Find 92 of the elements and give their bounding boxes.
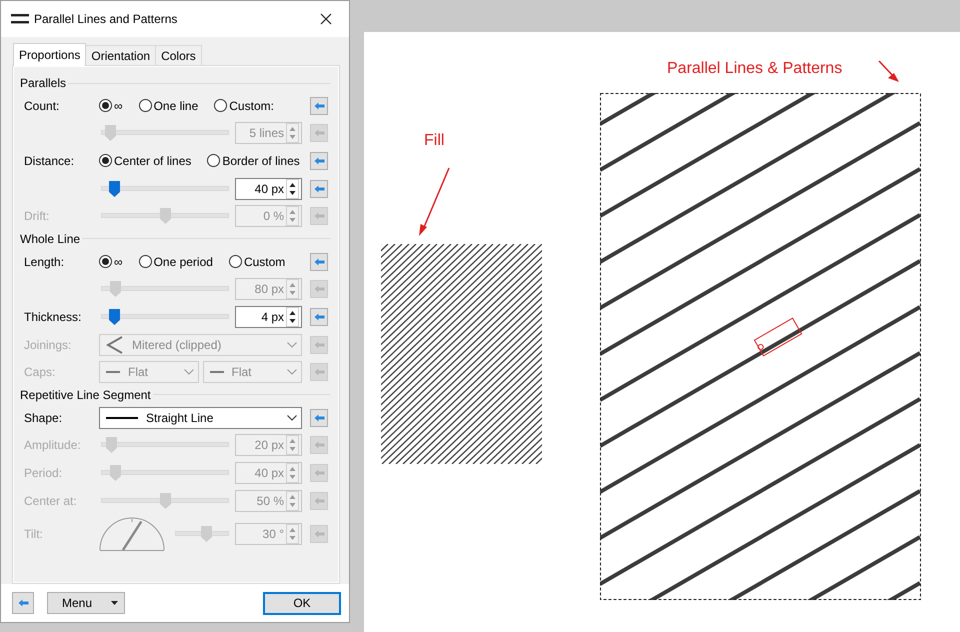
radio-button[interactable]	[138, 99, 152, 112]
left-arrow-icon	[314, 530, 324, 538]
parallel-lines-icon	[11, 14, 29, 24]
field-label: Distance:	[24, 154, 76, 168]
tab[interactable]: Colors	[155, 45, 202, 65]
reset-button[interactable]	[310, 252, 328, 271]
dropdown-value: Straight Line	[146, 410, 214, 425]
reset-button[interactable]	[12, 592, 34, 614]
left-arrow-icon	[314, 496, 324, 505]
left-arrow-icon	[314, 368, 324, 376]
reset-button[interactable]	[310, 152, 328, 170]
field-label: Count:	[24, 98, 60, 113]
chevron-down-icon	[287, 369, 297, 376]
left-arrow-icon	[314, 258, 324, 266]
left-arrow-icon	[314, 441, 324, 450]
slider-track[interactable]	[101, 180, 229, 197]
radio-option[interactable]: Center of lines	[99, 154, 192, 168]
spinner-arrows-icon	[286, 524, 299, 544]
section-title: Parallels	[20, 76, 66, 90]
left-arrow-icon	[314, 285, 324, 294]
dropdown-value: Flat	[128, 365, 150, 380]
slider-track[interactable]	[101, 308, 229, 325]
left-arrow-icon	[314, 184, 324, 193]
left-arrow-icon	[314, 129, 324, 138]
field-label: Caps:	[24, 365, 56, 380]
ok-button[interactable]: OK	[263, 592, 341, 614]
left-arrow-icon	[314, 212, 324, 220]
left-arrow-icon	[314, 414, 324, 422]
spinner-arrows-icon	[286, 279, 299, 300]
radio-button[interactable]	[228, 255, 242, 268]
left-arrow-icon	[314, 156, 324, 165]
radio-option[interactable]: One period	[138, 254, 213, 269]
field-label: Amplitude:	[24, 438, 82, 452]
chevron-down-icon	[184, 369, 194, 376]
arrow-icon	[418, 166, 452, 238]
spinner-arrows-icon	[286, 178, 299, 199]
reset-button[interactable]	[310, 408, 328, 427]
spinner-arrows-icon	[286, 462, 299, 483]
field-label: Shape:	[24, 410, 64, 425]
dropdown-value: Flat	[232, 365, 253, 380]
dropdown[interactable]: Straight Line	[99, 406, 302, 429]
radio-option[interactable]: Custom:	[214, 98, 274, 113]
menu-button[interactable]: Menu	[47, 592, 125, 614]
radio-option[interactable]: Custom	[228, 254, 286, 269]
spinner-arrows-icon	[286, 206, 299, 226]
field-label: Drift:	[24, 209, 50, 224]
reset-button[interactable]	[310, 308, 328, 326]
left-arrow-icon	[314, 102, 324, 110]
tab[interactable]: Proportions	[13, 43, 86, 66]
section-title: Repetitive Line Segment	[20, 388, 151, 402]
number-field[interactable]: 40 px	[235, 178, 302, 200]
close-icon	[320, 13, 332, 25]
angle-bracket-icon	[106, 334, 124, 355]
radio-option[interactable]: ∞	[99, 254, 123, 269]
spinner-arrows-icon	[286, 306, 299, 327]
left-arrow-icon	[314, 468, 324, 477]
radio-button[interactable]	[207, 154, 220, 168]
field-label: Length:	[24, 254, 66, 269]
field-label: Center at:	[24, 494, 78, 508]
chevron-down-icon	[287, 414, 297, 421]
radio-option[interactable]: One line	[138, 98, 198, 113]
field-label: Thickness:	[24, 310, 82, 324]
radio-option[interactable]: ∞	[99, 98, 123, 113]
field-label: Period:	[24, 466, 64, 480]
caret-icon	[111, 601, 118, 605]
field-label: Joinings:	[24, 338, 72, 352]
section-title: Whole Line	[20, 232, 80, 246]
left-arrow-icon	[314, 312, 324, 321]
radio-option[interactable]: Border of lines	[207, 154, 300, 168]
reset-button[interactable]	[310, 180, 328, 198]
radio-button[interactable]	[99, 99, 112, 112]
window-title: Parallel Lines and Patterns	[34, 12, 178, 26]
chevron-down-icon	[287, 342, 297, 348]
spinner-arrows-icon	[286, 123, 299, 144]
annotation-label: Fill	[424, 132, 444, 150]
radio-button[interactable]	[99, 255, 112, 268]
radio-button[interactable]	[99, 154, 112, 168]
left-arrow-icon	[314, 340, 324, 349]
slider-thumb[interactable]	[109, 308, 120, 325]
slider-thumb[interactable]	[109, 180, 120, 197]
spinner-arrows-icon	[286, 435, 299, 456]
radio-button[interactable]	[138, 255, 152, 268]
left-arrow-icon	[18, 599, 28, 607]
radio-button[interactable]	[214, 99, 228, 112]
annotation-label: Parallel Lines & Patterns	[667, 60, 842, 78]
spinner-arrows-icon	[286, 490, 299, 511]
field-label: Tilt:	[24, 527, 44, 542]
dropdown-value: Mitered (clipped)	[132, 338, 222, 352]
number-field[interactable]: 4 px	[235, 306, 302, 328]
arrow-icon	[878, 60, 900, 84]
reset-button[interactable]	[310, 96, 328, 115]
angle-dial-drawing	[99, 517, 165, 552]
